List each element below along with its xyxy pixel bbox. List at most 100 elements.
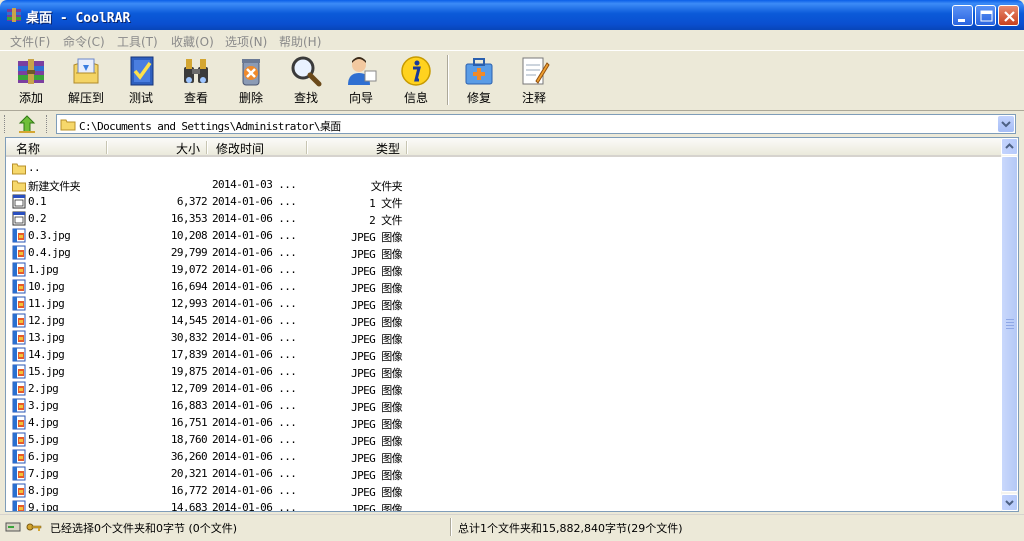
column-size[interactable]: 大小 (176, 140, 200, 157)
file-size: 19,875 (170, 365, 208, 378)
jpeg-image-icon (12, 449, 26, 464)
file-modified: 2014-01-06 ... (212, 212, 297, 225)
jpeg-image-icon (12, 415, 26, 430)
folder-icon (60, 119, 76, 131)
column-divider[interactable] (206, 141, 208, 154)
file-list[interactable]: 名称 大小 修改时间 类型 .. 新建文件夹 2014-01-03 ... 文件夹 0.… (5, 137, 1019, 512)
scroll-thumb[interactable] (1001, 156, 1018, 492)
file-row[interactable]: 12.jpg 14,545 2014-01-06 ... JPEG 图像 (6, 312, 1002, 329)
address-bar: C:\Documents and Settings\Administrator\… (0, 110, 1024, 137)
scroll-grip (1006, 325, 1014, 326)
menu-tools[interactable]: 工具(T) (117, 33, 158, 50)
file-row[interactable]: 7.jpg 20,321 2014-01-06 ... JPEG 图像 (6, 465, 1002, 482)
toolbar-grip[interactable] (4, 115, 8, 133)
jpeg-image-icon (12, 245, 26, 260)
file-row[interactable]: 新建文件夹 2014-01-03 ... 文件夹 (6, 176, 1002, 193)
folder-icon (12, 160, 26, 175)
view-button[interactable]: 查看 (171, 51, 221, 109)
file-row[interactable]: 8.jpg 16,772 2014-01-06 ... JPEG 图像 (6, 482, 1002, 499)
file-name: 0.3.jpg (28, 229, 71, 242)
file-type: JPEG 图像 (351, 299, 403, 312)
file-row[interactable]: 11.jpg 12,993 2014-01-06 ... JPEG 图像 (6, 295, 1002, 312)
file-row[interactable]: 0.3.jpg 10,208 2014-01-06 ... JPEG 图像 (6, 227, 1002, 244)
comment-button[interactable]: 注释 (509, 51, 559, 109)
jpeg-image-icon (12, 364, 26, 379)
first-aid-repair-icon (465, 58, 493, 85)
column-modified[interactable]: 修改时间 (216, 140, 264, 157)
info-button[interactable]: 信息 (391, 51, 441, 109)
file-row[interactable]: 4.jpg 16,751 2014-01-06 ... JPEG 图像 (6, 414, 1002, 431)
test-button[interactable]: 测试 (116, 51, 166, 109)
drive-icon[interactable] (5, 522, 21, 532)
status-total: 总计1个文件夹和15,882,840字节(29个文件) (458, 522, 683, 535)
file-row[interactable]: 13.jpg 30,832 2014-01-06 ... JPEG 图像 (6, 329, 1002, 346)
file-row[interactable]: 9.jpg 14,683 2014-01-06 ... JPEG 图像 (6, 499, 1002, 512)
vertical-scrollbar[interactable] (1001, 138, 1018, 511)
file-name: 10.jpg (28, 280, 65, 293)
file-modified: 2014-01-03 ... (212, 178, 297, 191)
file-name: 4.jpg (28, 416, 59, 429)
file-row[interactable]: 2.jpg 12,709 2014-01-06 ... JPEG 图像 (6, 380, 1002, 397)
file-type: JPEG 图像 (351, 248, 403, 261)
address-field[interactable]: C:\Documents and Settings\Administrator\… (56, 114, 1016, 134)
toolbar: 添加 解压到 测试 查看 删除 查找 向导 信息 修复 注释 (0, 50, 1024, 111)
jpeg-image-icon (12, 483, 26, 498)
find-button[interactable]: 查找 (281, 51, 331, 109)
extract-icon (73, 58, 99, 84)
file-size: 16,772 (170, 484, 208, 497)
file-row[interactable]: 1.jpg 19,072 2014-01-06 ... JPEG 图像 (6, 261, 1002, 278)
column-name[interactable]: 名称 (16, 140, 40, 157)
find-label: 查找 (293, 91, 318, 105)
wizard-button[interactable]: 向导 (336, 51, 386, 109)
file-row[interactable]: .. (6, 159, 1002, 176)
archive-add-icon (18, 59, 44, 84)
extract-button[interactable]: 解压到 (61, 51, 111, 109)
file-row[interactable]: 0.4.jpg 29,799 2014-01-06 ... JPEG 图像 (6, 244, 1002, 261)
file-row[interactable]: 15.jpg 19,875 2014-01-06 ... JPEG 图像 (6, 363, 1002, 380)
up-folder-icon[interactable] (16, 113, 38, 135)
jpeg-image-icon (12, 313, 26, 328)
file-row[interactable]: 10.jpg 16,694 2014-01-06 ... JPEG 图像 (6, 278, 1002, 295)
column-divider[interactable] (406, 141, 408, 154)
close-button[interactable] (998, 5, 1019, 26)
repair-button[interactable]: 修复 (454, 51, 504, 109)
file-name: 11.jpg (28, 297, 65, 310)
file-row[interactable]: 0.2 16,353 2014-01-06 ... 2 文件 (6, 210, 1002, 227)
file-modified: 2014-01-06 ... (212, 195, 297, 208)
menu-help[interactable]: 帮助(H) (279, 33, 321, 50)
title-bar[interactable]: 桌面 - CoolRAR (0, 0, 1024, 30)
menu-file[interactable]: 文件(F) (10, 33, 50, 50)
file-size: 16,694 (170, 280, 208, 293)
file-modified: 2014-01-06 ... (212, 484, 297, 497)
scroll-down-button[interactable] (1001, 494, 1018, 511)
file-row[interactable]: 5.jpg 18,760 2014-01-06 ... JPEG 图像 (6, 431, 1002, 448)
menu-favorites[interactable]: 收藏(O) (171, 33, 214, 50)
menu-options[interactable]: 选项(N) (225, 33, 267, 50)
minimize-button[interactable] (952, 5, 973, 26)
file-size: 12,993 (170, 297, 208, 310)
column-divider[interactable] (306, 141, 308, 154)
file-modified: 2014-01-06 ... (212, 365, 297, 378)
maximize-button[interactable] (975, 5, 996, 26)
address-grip[interactable] (46, 115, 50, 133)
add-button[interactable]: 添加 (6, 51, 56, 109)
coolrar-app-icon[interactable] (6, 7, 22, 23)
file-type: 1 文件 (369, 197, 402, 210)
menu-commands[interactable]: 命令(C) (63, 33, 105, 50)
file-modified: 2014-01-06 ... (212, 433, 297, 446)
column-divider[interactable] (106, 141, 108, 154)
column-type[interactable]: 类型 (376, 140, 400, 157)
key-icon[interactable] (26, 522, 42, 532)
file-type: JPEG 图像 (351, 367, 403, 380)
maximize-icon (980, 10, 993, 22)
file-row[interactable]: 3.jpg 16,883 2014-01-06 ... JPEG 图像 (6, 397, 1002, 414)
file-size: 14,545 (170, 314, 208, 327)
file-name: 9.jpg (28, 501, 59, 512)
chevron-down-icon[interactable] (998, 116, 1014, 132)
file-row[interactable]: 0.1 6,372 2014-01-06 ... 1 文件 (6, 193, 1002, 210)
file-row[interactable]: 6.jpg 36,260 2014-01-06 ... JPEG 图像 (6, 448, 1002, 465)
file-size: 16,883 (170, 399, 208, 412)
file-row[interactable]: 14.jpg 17,839 2014-01-06 ... JPEG 图像 (6, 346, 1002, 363)
scroll-up-button[interactable] (1001, 138, 1018, 155)
delete-button[interactable]: 删除 (226, 51, 276, 109)
